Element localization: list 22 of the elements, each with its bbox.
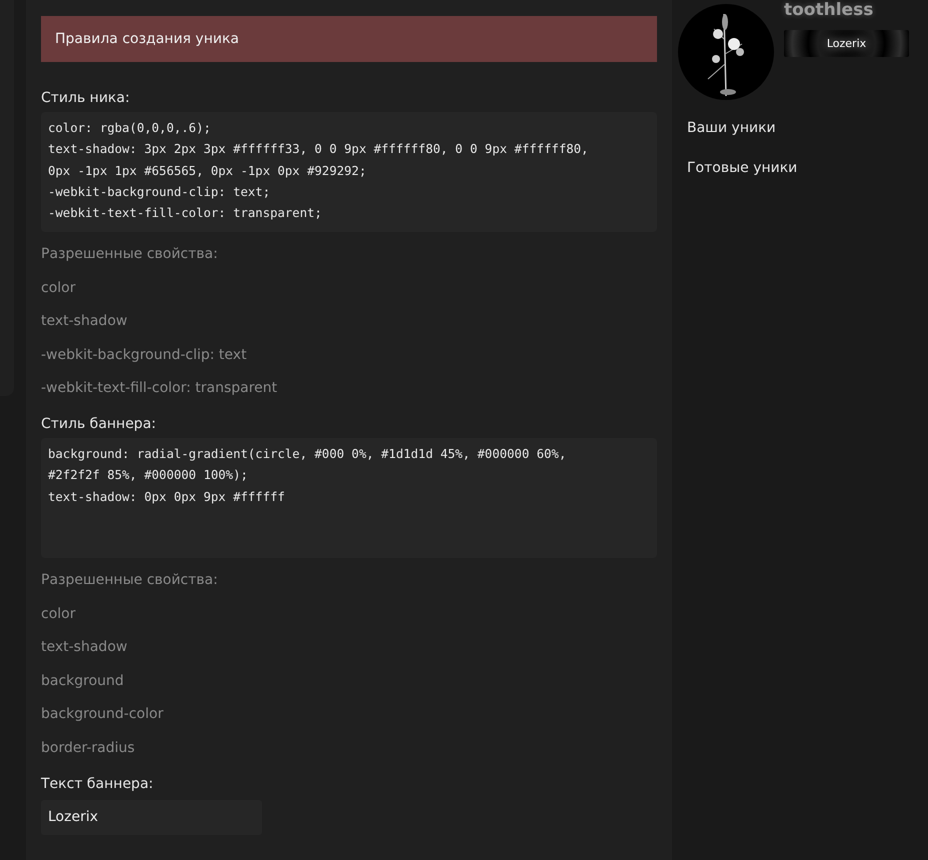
- allowed-property: border-radius: [41, 738, 136, 758]
- allowed-property: color: [41, 604, 76, 624]
- allowed-property: text-shadow: [41, 638, 128, 658]
- field-label: Стиль баннера:: [41, 416, 157, 432]
- allowed-property: background: [41, 672, 125, 691]
- allowed-property: color: [41, 278, 76, 298]
- code-field[interactable]: color: rgba(0,0,0,.6); text-shadow: 3px 2px 3px #ffffff33, 0 0 9px #ffffff80, 0 0 9px #ffffff80, 0px -1px 1px #656565, 0px -1px 0px #929292; -webkit-background-clip: text; -webkit-text-fill-color: transparent;: [41, 112, 657, 232]
- allowed-property: -webkit-background-clip: text: [41, 346, 248, 365]
- nickname: toothless: [784, 0, 874, 22]
- allowed-property: -webkit-text-fill-color: transparent: [41, 379, 278, 398]
- input-field[interactable]: Lozerix: [41, 800, 262, 835]
- rules-banner[interactable]: Правила создания уника: [41, 16, 657, 62]
- nick-banner: Lozerix: [784, 30, 909, 57]
- allowed-property: text-shadow: [41, 312, 128, 332]
- field-label: Текст баннера:: [41, 776, 154, 792]
- field-label: Стиль ника:: [41, 90, 131, 106]
- menu-link[interactable]: Ваши уники: [678, 120, 928, 136]
- menu-link[interactable]: Готовые уники: [678, 160, 928, 176]
- allowed-title: Разрешенные свойства:: [41, 570, 219, 590]
- allowed-property: background-color: [41, 705, 164, 724]
- allowed-title: Разрешенные свойства:: [41, 245, 219, 264]
- code-field[interactable]: background: radial-gradient(circle, #000 0%, #1d1d1d 45%, #000000 60%, #2f2f2f 85%, #000000 100%); text-shadow: 0px 0px 9px #ffffff: [41, 438, 657, 558]
